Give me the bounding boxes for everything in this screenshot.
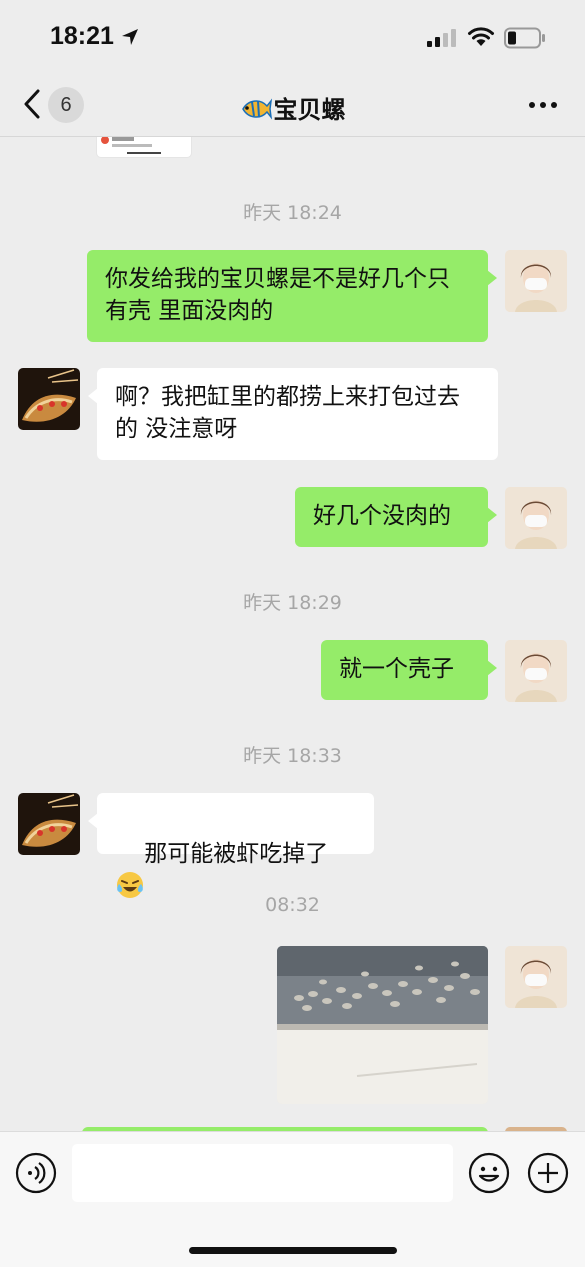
battery-icon: [504, 27, 545, 49]
message-timestamp: 昨天 18:29: [243, 592, 342, 614]
contact-avatar[interactable]: [18, 793, 80, 855]
incoming-message[interactable]: 那可能被虾吃掉了: [88, 793, 374, 898]
outgoing-message[interactable]: 你发给我的宝贝螺是不是好几个只有壳 里面没肉的: [87, 250, 497, 342]
chat-title[interactable]: 宝贝螺: [0, 90, 585, 125]
outgoing-message[interactable]: 好几个没肉的: [295, 487, 497, 547]
chat-header: 6 宝贝螺: [0, 78, 585, 137]
incoming-message[interactable]: 啊？我把缸里的都捞上来打包过去的 没注意呀: [88, 368, 498, 460]
input-toolbar: [0, 1131, 585, 1267]
my-avatar[interactable]: [505, 640, 567, 702]
plus-more-icon[interactable]: [527, 1152, 569, 1194]
status-time: 18:21: [50, 22, 114, 50]
emoji-picker-icon[interactable]: [468, 1152, 510, 1194]
message-list[interactable]: 昨天 18:24 你发给我的宝贝螺是不是好几个只有壳 里面没肉的 啊？我把缸里的…: [0, 137, 585, 1131]
my-avatar[interactable]: [505, 250, 567, 312]
partial-shared-card[interactable]: [97, 137, 191, 157]
incoming-message-text: 那可能被虾吃掉了: [144, 841, 329, 867]
contact-avatar[interactable]: [18, 368, 80, 430]
cellular-signal-icon: [427, 29, 456, 47]
sent-photo[interactable]: [277, 946, 488, 1104]
more-options-icon[interactable]: [528, 100, 558, 110]
my-avatar[interactable]: [505, 946, 567, 1008]
message-input[interactable]: [72, 1144, 453, 1202]
chat-title-text: 宝贝螺: [273, 96, 346, 124]
tropical-fish-icon: [241, 98, 272, 120]
message-timestamp: 08:32: [265, 894, 320, 916]
home-indicator: [189, 1247, 397, 1254]
message-timestamp: 昨天 18:24: [243, 202, 342, 224]
outgoing-message[interactable]: 就一个壳子: [321, 640, 497, 700]
message-timestamp: 昨天 18:33: [243, 745, 342, 767]
voice-input-icon[interactable]: [15, 1152, 57, 1194]
wifi-icon: [468, 27, 494, 46]
location-arrow-icon: [122, 29, 138, 45]
status-bar: 18:21: [0, 0, 585, 78]
my-avatar[interactable]: [505, 487, 567, 549]
